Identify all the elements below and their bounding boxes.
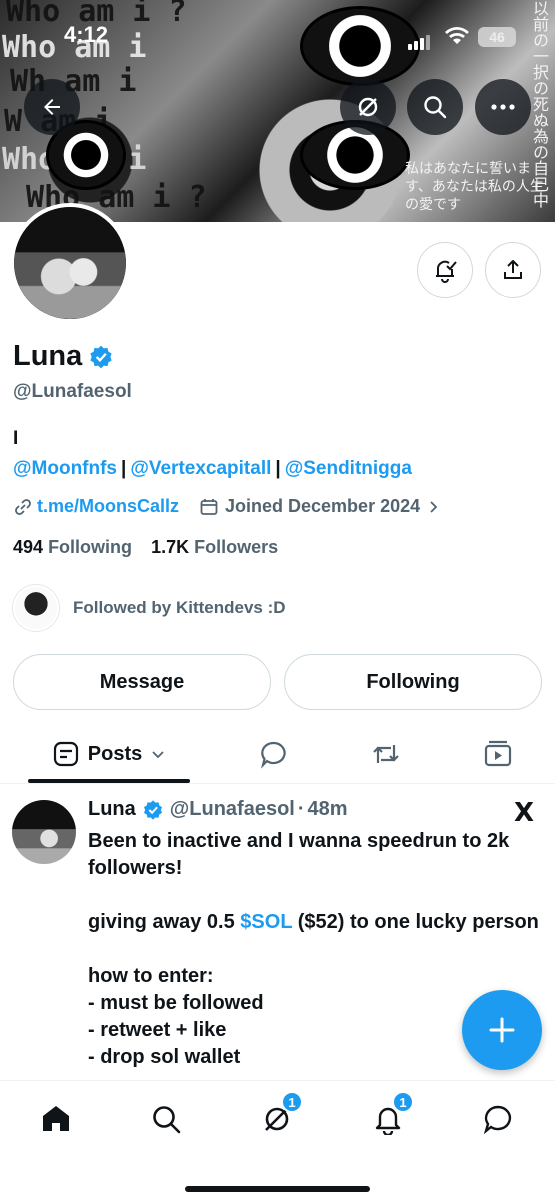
- banner-japanese-text: 私はあなたに誓います、あなたは私の人生の愛です: [405, 161, 544, 213]
- reply-bubble-icon: [260, 741, 286, 769]
- grok-notification-badge: 1: [281, 1091, 303, 1113]
- calendar-icon: [200, 498, 218, 515]
- wifi-icon: [444, 26, 470, 51]
- tab-media[interactable]: [468, 726, 528, 782]
- chevron-right-icon[interactable]: [426, 499, 442, 515]
- followers-count: 1.7K: [151, 537, 190, 557]
- post-text-line: giving away 0.5: [88, 911, 241, 933]
- following-count: 494: [13, 537, 44, 557]
- nav-search[interactable]: [136, 1097, 196, 1141]
- active-tab-indicator: [28, 779, 190, 783]
- tab-replies[interactable]: [244, 726, 304, 782]
- profile-avatar[interactable]: [10, 203, 130, 323]
- mention-separator: |: [275, 458, 281, 479]
- following-label: Following: [48, 537, 133, 557]
- post-text-line: ($52) to one lucky person: [292, 911, 539, 933]
- follow-stats: 494 Following 1.7K Followers: [13, 537, 278, 558]
- posts-icon: [53, 741, 78, 767]
- profile-bio: I: [13, 428, 19, 449]
- follower-avatar: [13, 585, 59, 631]
- back-arrow-icon: [44, 99, 60, 115]
- share-button[interactable]: [485, 242, 541, 298]
- post-author-handle: @Lunafaesol: [169, 798, 295, 820]
- followed-by-row[interactable]: Followed by Kittendevs :D: [13, 585, 286, 631]
- repost-icon: [373, 745, 399, 763]
- nav-grok[interactable]: 1: [247, 1091, 307, 1141]
- nav-messages[interactable]: [468, 1097, 528, 1141]
- link-icon: [15, 498, 31, 515]
- battery-icon: 46: [478, 27, 516, 47]
- search-icon: [153, 1106, 181, 1134]
- profile-tabs: Posts: [0, 726, 555, 784]
- back-button[interactable]: [24, 79, 80, 135]
- search-button[interactable]: [407, 79, 463, 135]
- profile-website-link[interactable]: t.me/MoonsCallz: [37, 496, 179, 517]
- status-time: 4:12: [64, 22, 109, 47]
- verified-badge-icon[interactable]: [88, 344, 114, 370]
- post-time: 48m: [307, 798, 348, 820]
- display-name: Luna: [13, 340, 83, 372]
- more-options-button[interactable]: [475, 79, 531, 135]
- more-dots-icon: [491, 104, 515, 110]
- mention-separator: |: [121, 458, 127, 479]
- bottom-navigation: 1 1: [0, 1080, 555, 1200]
- following-button[interactable]: Following: [284, 654, 542, 710]
- post-dot: ·: [297, 798, 305, 820]
- bell-check-icon: [436, 260, 457, 283]
- mention-link[interactable]: @Moonfnfs: [13, 458, 117, 479]
- status-bar: 4:12 46: [0, 18, 555, 54]
- avatar-image: [14, 207, 126, 319]
- home-icon: [43, 1106, 69, 1131]
- post-author-avatar[interactable]: [12, 800, 76, 864]
- chevron-down-icon: [152, 751, 164, 759]
- nav-home[interactable]: [26, 1097, 86, 1141]
- post-text-line: how to enter: - must be followed - retwe…: [88, 965, 264, 1068]
- profile-meta: t.me/MoonsCallz Joined December 2024: [13, 496, 442, 517]
- followers-stat[interactable]: 1.7K Followers: [151, 537, 278, 557]
- following-stat[interactable]: 494 Following: [13, 537, 132, 557]
- profile-name: Luna: [13, 340, 114, 373]
- notifications-toggle-button[interactable]: [417, 242, 473, 298]
- tab-posts[interactable]: Posts: [28, 726, 190, 782]
- x-logo-icon[interactable]: X: [514, 798, 534, 828]
- message-button[interactable]: Message: [13, 654, 271, 710]
- cashtag-link[interactable]: $SOL: [240, 911, 292, 933]
- search-icon: [424, 96, 447, 119]
- share-icon: [504, 260, 522, 279]
- cellular-signal-icon: [408, 32, 432, 50]
- grok-icon: [358, 97, 378, 117]
- tab-reposts[interactable]: [356, 726, 416, 782]
- bio-mentions: @Moonfnfs | @Vertexcapitall | @Senditnigga: [13, 458, 412, 480]
- media-icon: [484, 740, 512, 767]
- post-header: Luna @Lunafaesol · 48m: [88, 798, 348, 821]
- nav-notifications[interactable]: 1: [358, 1091, 418, 1141]
- profile-handle: @Lunafaesol: [13, 381, 132, 402]
- mention-link[interactable]: @Vertexcapitall: [130, 458, 271, 479]
- grok-button[interactable]: [340, 79, 396, 135]
- compose-post-button[interactable]: [462, 990, 542, 1070]
- followed-by-text: Followed by Kittendevs :D: [73, 598, 286, 617]
- home-indicator[interactable]: [185, 1186, 370, 1192]
- tab-posts-label: Posts: [87, 742, 143, 765]
- post-text-line: Been to inactive and I wanna speedrun to…: [88, 830, 515, 879]
- verified-badge-icon: [143, 799, 162, 820]
- message-bubble-icon: [483, 1105, 512, 1135]
- plus-icon: [489, 1017, 515, 1043]
- followers-label: Followers: [194, 537, 279, 557]
- notification-badge: 1: [392, 1091, 414, 1113]
- post-author-name[interactable]: Luna: [88, 798, 136, 821]
- mention-link[interactable]: @Senditnigga: [285, 458, 412, 479]
- joined-date: Joined December 2024: [225, 496, 421, 516]
